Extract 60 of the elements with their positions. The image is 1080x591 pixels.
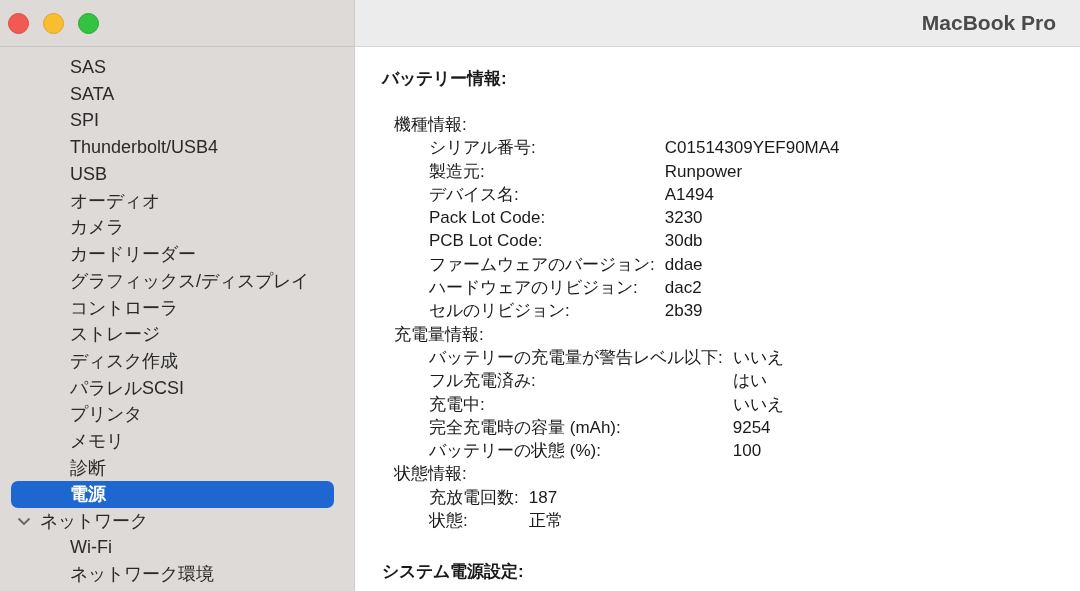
sidebar-item[interactable]: SATA bbox=[11, 80, 334, 108]
minimize-button[interactable] bbox=[43, 12, 64, 34]
field-label: セルのリビジョン: bbox=[429, 301, 570, 321]
sidebar-item[interactable]: 電源 bbox=[11, 481, 334, 508]
field-value: 正常 bbox=[528, 511, 563, 531]
close-button[interactable] bbox=[8, 12, 29, 34]
field-label: フル充電済み: bbox=[429, 371, 536, 391]
field-label: バッテリーの状態 (%): bbox=[429, 441, 601, 461]
sidebar-item[interactable]: カメラ bbox=[11, 214, 334, 241]
field-value: 30db bbox=[664, 231, 703, 251]
field-label: シリアル番号: bbox=[429, 138, 536, 158]
field-label: Pack Lot Code: bbox=[429, 208, 546, 228]
field-value: 9254 bbox=[732, 417, 771, 437]
field-value: いいえ bbox=[732, 347, 784, 367]
sidebar-item[interactable]: ストレージ bbox=[11, 320, 334, 348]
field-value: 187 bbox=[528, 487, 558, 507]
field-value: 3230 bbox=[664, 208, 703, 228]
field-value: Runpower bbox=[664, 161, 743, 181]
sidebar-item[interactable]: コントローラ bbox=[11, 294, 334, 321]
field-label: ファームウェアのバージョン: bbox=[429, 254, 655, 274]
group-heading: 機種情報: bbox=[394, 115, 467, 134]
field-label: 充放電回数: bbox=[429, 487, 519, 507]
sidebar-item[interactable]: SPI bbox=[11, 107, 334, 135]
sidebar-item[interactable]: グラフィックス/ディスプレイ bbox=[11, 267, 334, 295]
sidebar-item[interactable]: カードリーダー bbox=[11, 240, 334, 268]
sidebar-item[interactable]: SAS bbox=[11, 54, 334, 81]
field-value: ddae bbox=[664, 254, 703, 274]
field-value: いいえ bbox=[732, 394, 784, 414]
group-heading: 充電量情報: bbox=[394, 324, 484, 344]
sidebar-item[interactable]: ネットワーク bbox=[11, 507, 334, 535]
field-label: バッテリーの充電量が警告レベル以下: bbox=[429, 347, 723, 367]
zoom-button[interactable] bbox=[78, 12, 99, 34]
chevron-down-icon[interactable] bbox=[17, 516, 31, 526]
sidebar-item[interactable]: USB bbox=[11, 160, 334, 188]
sidebar-item[interactable]: オーディオ bbox=[11, 187, 334, 215]
sidebar-item[interactable]: Wi-Fi bbox=[11, 534, 334, 562]
section-heading: システム電源設定: bbox=[382, 560, 525, 583]
field-value: 2b39 bbox=[664, 301, 703, 321]
field-label: 状態: bbox=[429, 511, 468, 531]
field-label: デバイス名: bbox=[429, 184, 519, 204]
sidebar-item[interactable]: ディスク作成 bbox=[11, 347, 334, 375]
section-heading: バッテリー情報: bbox=[382, 67, 508, 90]
group-heading: 状態情報: bbox=[394, 464, 467, 484]
field-value: dac2 bbox=[664, 278, 702, 298]
field-label: 製造元: bbox=[429, 161, 485, 181]
field-value: C01514309YEF90MA4 bbox=[664, 138, 840, 158]
field-label: 完全充電時の容量 (mAh): bbox=[429, 417, 621, 437]
sidebar-item[interactable]: 診断 bbox=[11, 454, 334, 481]
field-label: 充電中: bbox=[429, 394, 485, 414]
field-value: A1494 bbox=[664, 184, 714, 204]
field-value: はい bbox=[732, 371, 767, 391]
sidebar-item[interactable]: メモリ bbox=[11, 427, 334, 455]
window-title: MacBook Pro bbox=[921, 11, 1056, 35]
sidebar-item[interactable]: ネットワーク環境 bbox=[11, 561, 334, 588]
sidebar-item[interactable]: プリンタ bbox=[11, 400, 334, 428]
field-label: PCB Lot Code: bbox=[429, 231, 543, 251]
field-label: ハードウェアのリビジョン: bbox=[429, 278, 638, 298]
sidebar-item[interactable]: Thunderbolt/USB4 bbox=[11, 134, 334, 161]
sidebar-item[interactable]: パラレルSCSI bbox=[11, 374, 334, 401]
field-value: 100 bbox=[732, 441, 762, 461]
